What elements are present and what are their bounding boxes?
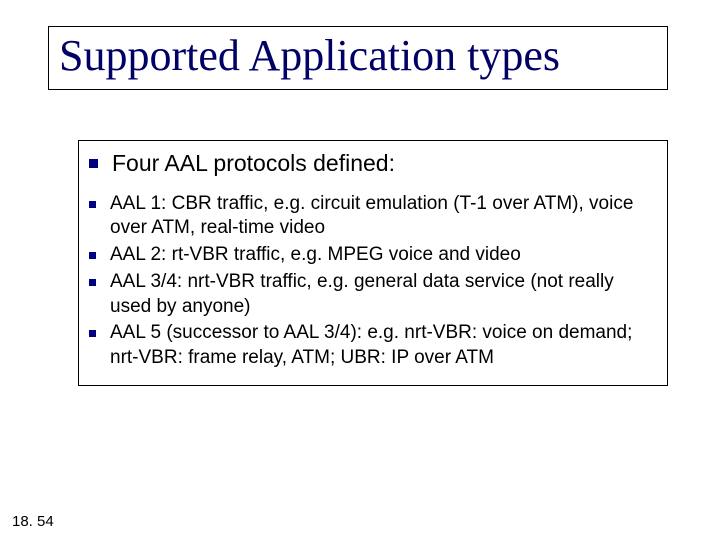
square-bullet-icon <box>89 252 96 259</box>
list-item-text: AAL 5 (successor to AAL 3/4): e.g. nrt-V… <box>110 321 657 370</box>
list-item: AAL 5 (successor to AAL 3/4): e.g. nrt-V… <box>89 321 657 370</box>
square-bullet-icon <box>89 330 96 337</box>
square-bullet-icon <box>89 201 96 208</box>
square-bullet-icon <box>89 279 96 286</box>
list-item-text: AAL 2: rt-VBR traffic, e.g. MPEG voice a… <box>110 243 521 268</box>
list-item: AAL 3/4: nrt-VBR traffic, e.g. general d… <box>89 270 657 319</box>
square-bullet-icon <box>89 159 98 168</box>
slide-title: Supported Application types <box>59 33 657 79</box>
lead-text: Four AAL protocols defined: <box>112 149 395 178</box>
content-box: Four AAL protocols defined: AAL 1: CBR t… <box>78 140 668 386</box>
list-item-text: AAL 3/4: nrt-VBR traffic, e.g. general d… <box>110 270 657 319</box>
title-box: Supported Application types <box>48 26 668 90</box>
lead-bullet-item: Four AAL protocols defined: <box>89 149 657 178</box>
sub-bullet-list: AAL 1: CBR traffic, e.g. circuit emulati… <box>89 192 657 371</box>
slide-number: 18. 54 <box>12 513 54 530</box>
list-item: AAL 1: CBR traffic, e.g. circuit emulati… <box>89 192 657 241</box>
list-item: AAL 2: rt-VBR traffic, e.g. MPEG voice a… <box>89 243 657 268</box>
list-item-text: AAL 1: CBR traffic, e.g. circuit emulati… <box>110 192 657 241</box>
